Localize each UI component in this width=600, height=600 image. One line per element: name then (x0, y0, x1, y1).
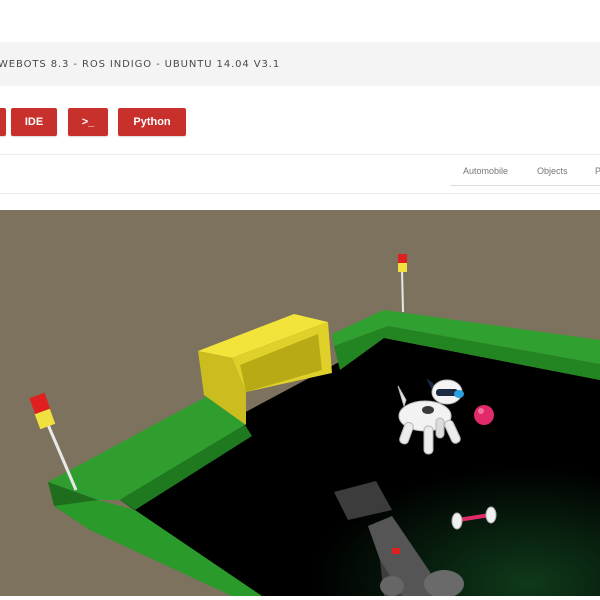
ball (474, 405, 494, 425)
toolbar-button-hidden[interactable] (0, 108, 6, 136)
corner-pole-right (401, 269, 404, 313)
ide-button[interactable]: IDE (11, 108, 57, 136)
python-button[interactable]: Python (118, 108, 186, 136)
window-title: WEBOTS 8.3 - ROS INDIGO - UBUNTU 14.04 V… (0, 58, 281, 70)
tabs-bar: Automobile Objects P (0, 154, 600, 194)
toolbar: IDE >_ Python (0, 86, 600, 154)
corner-flag-right-yellow (398, 263, 407, 272)
title-bar: WEBOTS 8.3 - ROS INDIGO - UBUNTU 14.04 V… (0, 42, 600, 87)
tab-more[interactable]: P (595, 166, 600, 176)
tab-automobile[interactable]: Automobile (463, 166, 508, 176)
simulation-scene[interactable] (0, 210, 600, 596)
footer-strip (0, 596, 600, 600)
tab-divider (450, 185, 600, 186)
corner-flag-right-red (398, 254, 407, 263)
terminal-button[interactable]: >_ (68, 108, 108, 136)
tab-objects[interactable]: Objects (537, 166, 568, 176)
simulation-viewport[interactable] (0, 210, 600, 596)
ball-highlight (478, 408, 484, 414)
